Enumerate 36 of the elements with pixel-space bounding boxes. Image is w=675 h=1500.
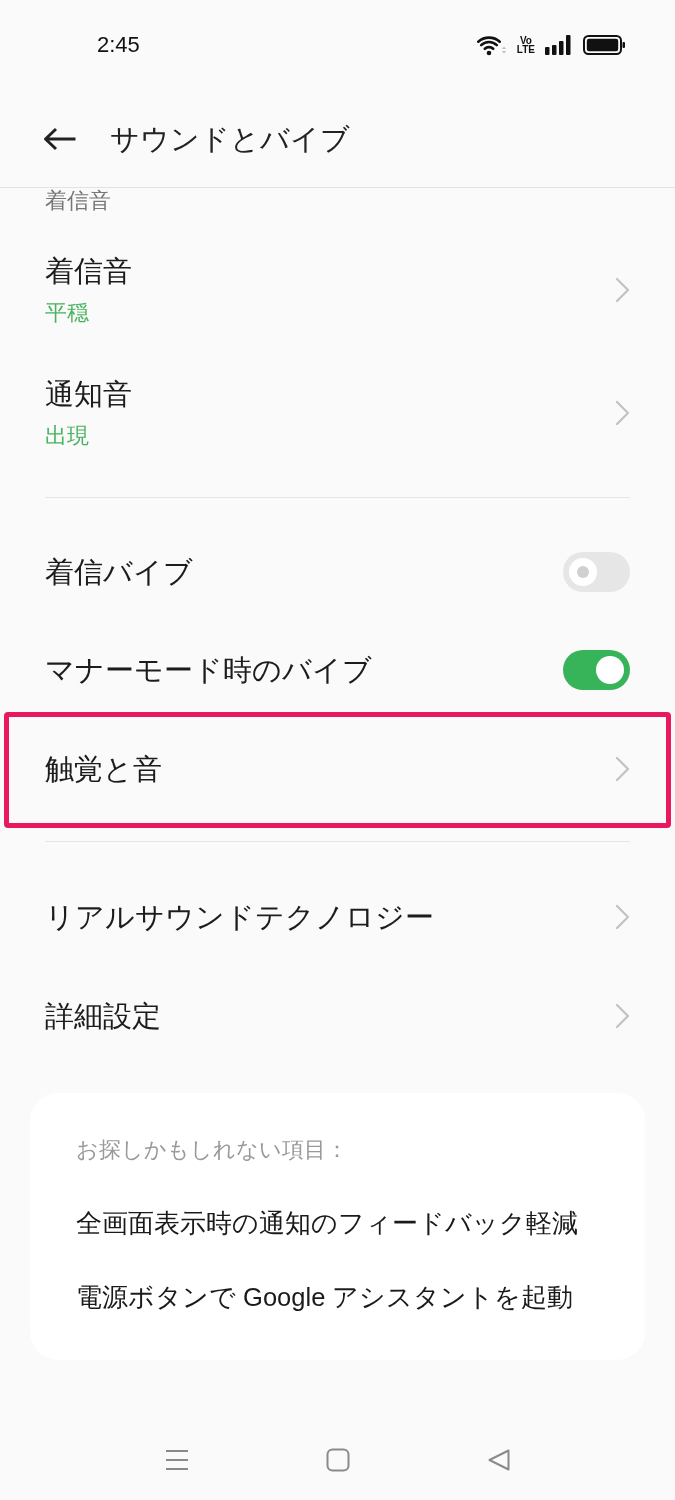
menu-icon[interactable] — [165, 1449, 189, 1471]
page-title: サウンドとバイブ — [110, 121, 350, 157]
battery-icon — [583, 35, 625, 55]
card-heading: お探しかもしれない項目： — [76, 1136, 349, 1164]
chevron-icon — [615, 755, 630, 782]
toggle-switch[interactable] — [563, 552, 630, 592]
item-value: 平穏 — [45, 298, 89, 327]
settings-item[interactable]: 着信音 平穏 — [4, 228, 671, 351]
section-label: 着信音 — [44, 188, 112, 214]
settings-item[interactable]: 詳細設定 — [4, 966, 671, 1065]
clock-time: 2:45 — [97, 32, 140, 58]
item-title: 通知音 — [45, 376, 132, 412]
item-title: 詳細設定 — [45, 998, 161, 1034]
item-title: 触覚と音 — [45, 751, 162, 787]
settings-item[interactable]: 着信バイブ — [4, 523, 671, 621]
settings-item[interactable]: 通知音 出現 — [4, 351, 671, 474]
suggestion-link[interactable]: 電源ボタンで Google アシスタントを起動 — [76, 1260, 599, 1334]
item-title: マナーモード時のバイブ — [45, 653, 372, 688]
toggle-switch[interactable] — [563, 650, 630, 690]
chevron-icon — [615, 903, 630, 930]
chevron-icon — [615, 399, 630, 426]
network-type-label: LTE — [516, 45, 535, 54]
home-icon[interactable] — [326, 1448, 350, 1472]
signal-icon — [545, 35, 571, 55]
item-title: 着信バイブ — [45, 555, 193, 590]
wifi-icon — [476, 34, 507, 56]
chevron-icon — [615, 1002, 630, 1029]
back-icon[interactable] — [43, 126, 77, 151]
item-value: 出現 — [45, 421, 89, 450]
settings-item[interactable]: リアルサウンドテクノロジー — [4, 867, 671, 966]
chevron-icon — [615, 276, 630, 303]
suggestion-link[interactable]: 全画面表示時の通知のフィードバック軽減 — [76, 1186, 599, 1260]
item-title: 着信音 — [45, 253, 132, 289]
network-type-label: Vo — [519, 36, 532, 45]
item-title: リアルサウンドテクノロジー — [45, 899, 434, 935]
settings-item[interactable]: 触覚と音 — [4, 712, 671, 828]
